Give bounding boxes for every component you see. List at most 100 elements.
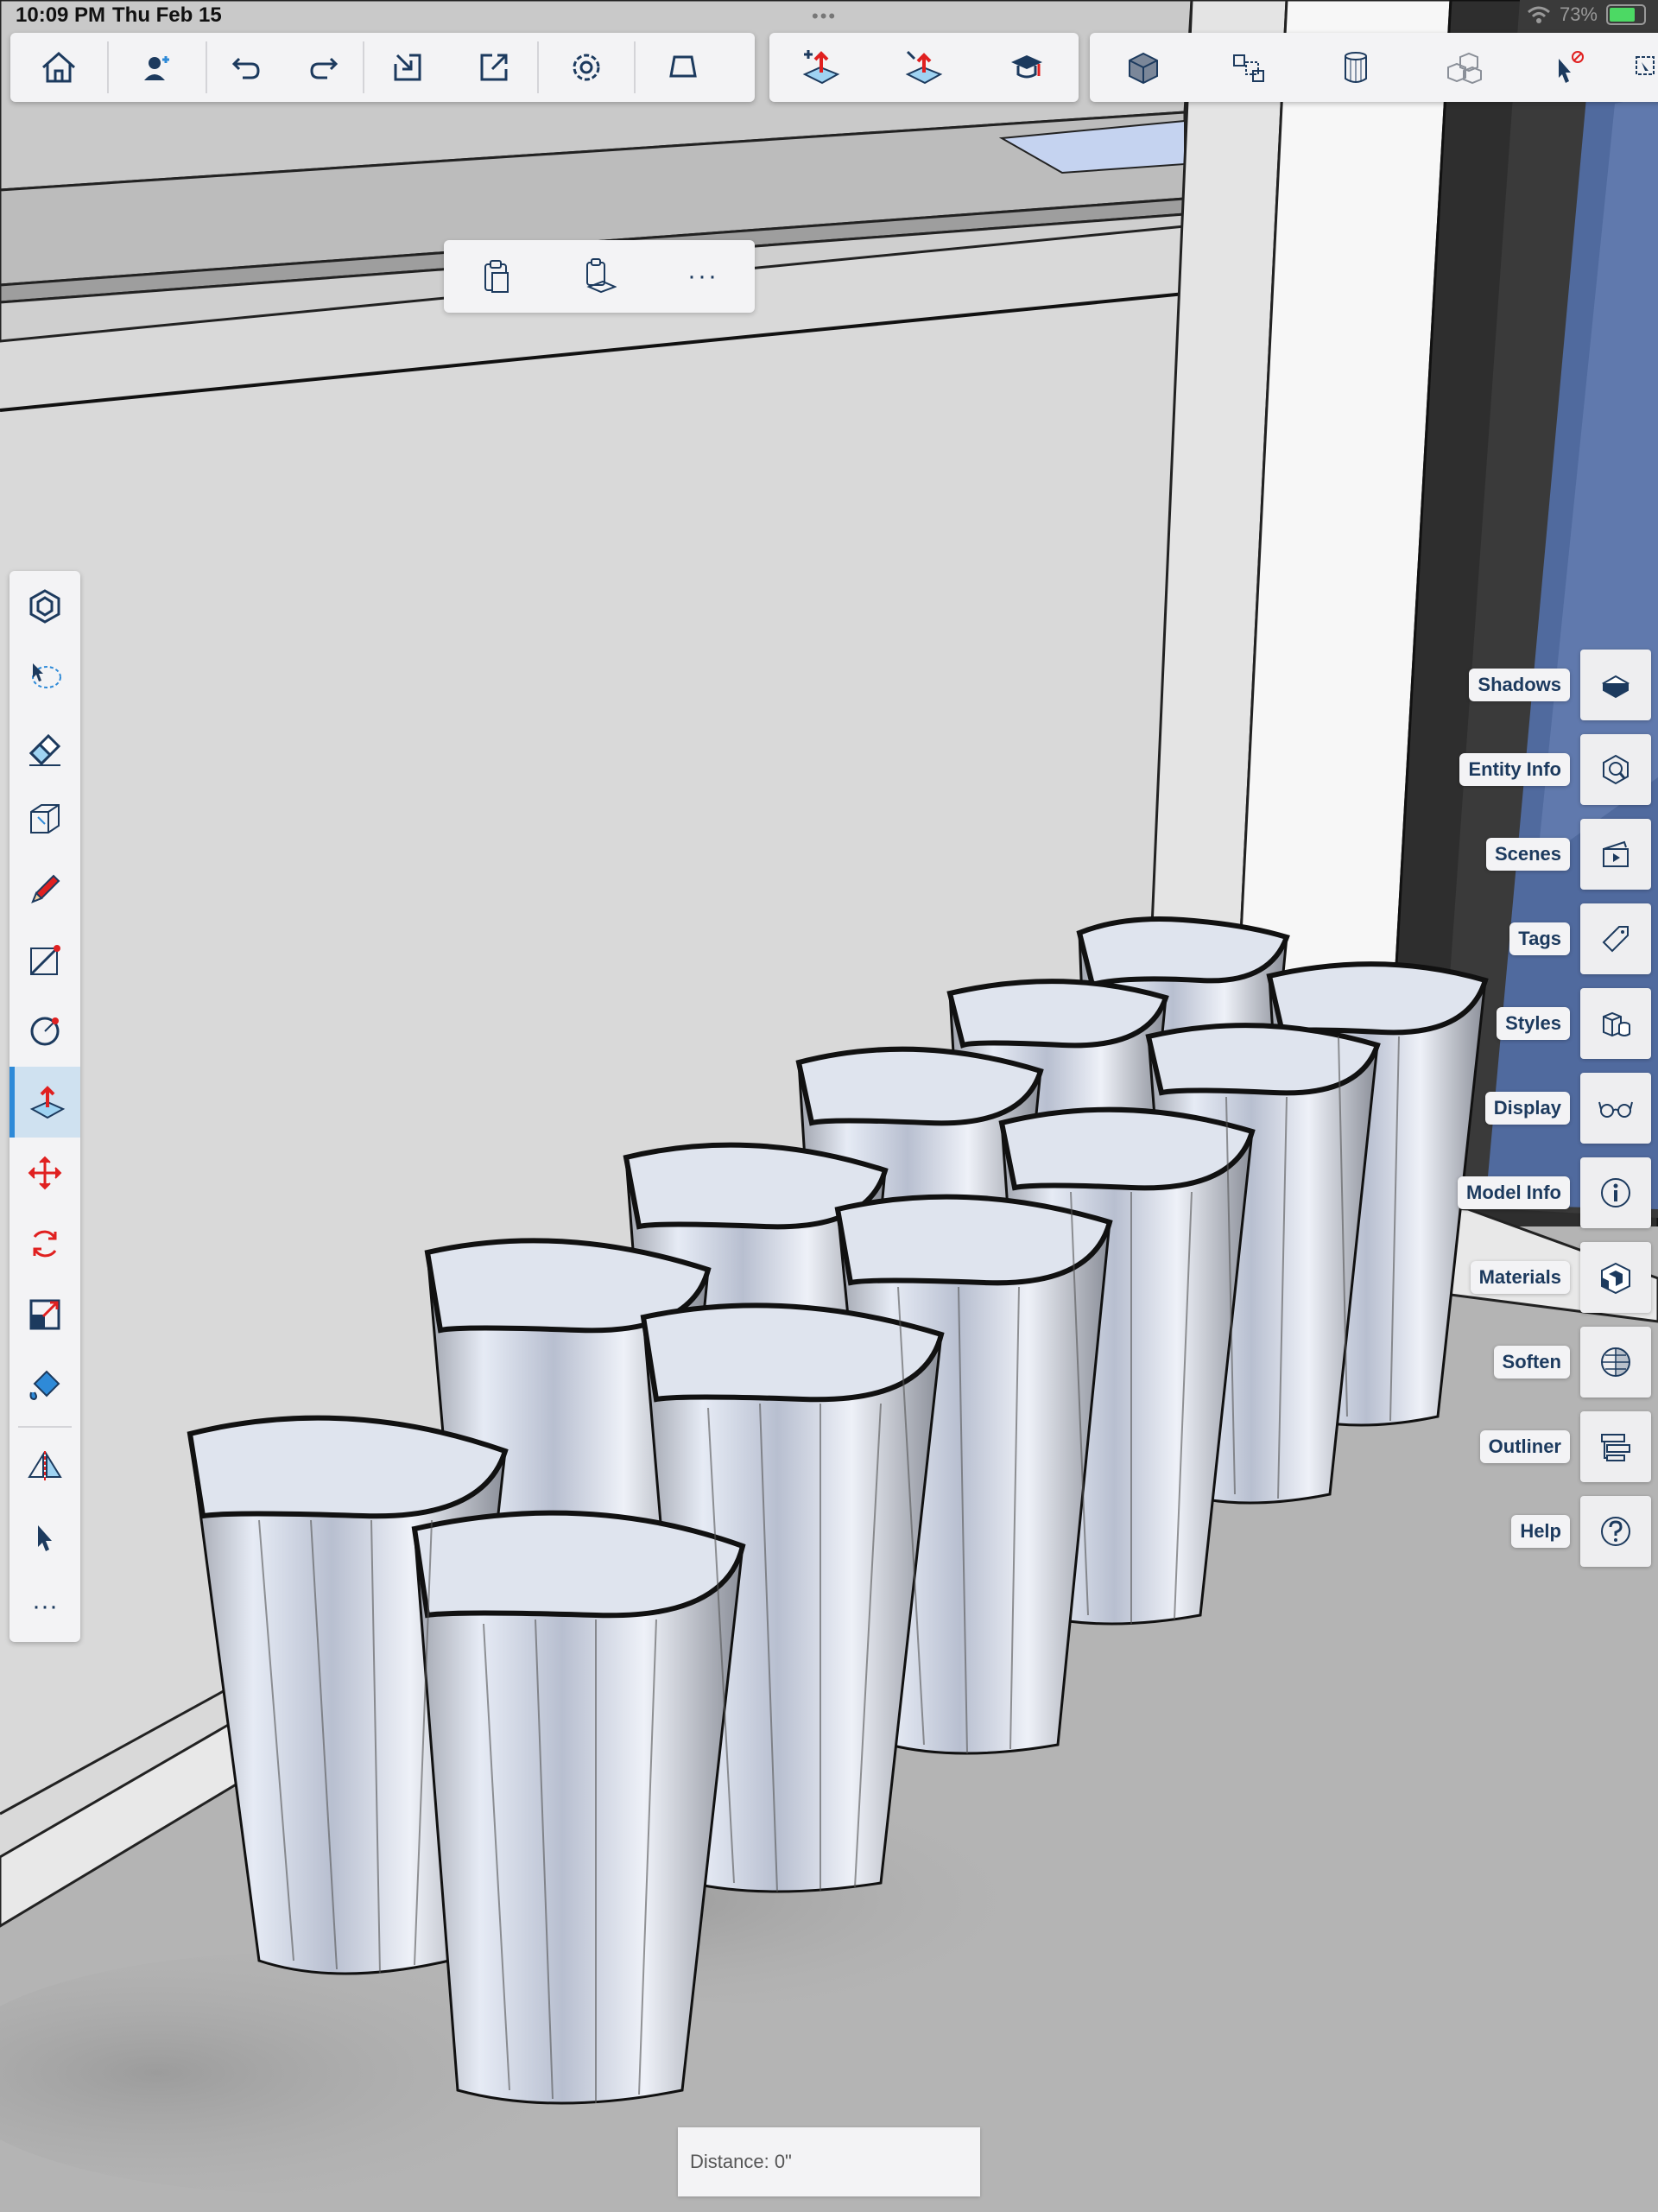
tool-line[interactable] <box>9 925 80 996</box>
panel-label-styles[interactable]: Styles <box>1497 1007 1570 1040</box>
model-viewport[interactable] <box>0 0 1658 2212</box>
panel-row-display: Display <box>1484 1073 1651 1144</box>
clipboard-place-icon <box>586 258 617 294</box>
solid-cube-icon <box>1128 52 1158 85</box>
materials-button[interactable] <box>1580 1242 1651 1313</box>
import-icon <box>394 54 421 81</box>
panel-label-model-info[interactable]: Model Info <box>1458 1176 1570 1209</box>
scenes-icon <box>1603 840 1629 867</box>
push-pull-add-button[interactable] <box>774 33 869 102</box>
wifi-icon <box>1527 6 1550 23</box>
rotate-icon <box>33 1230 57 1258</box>
tool-lasso[interactable] <box>9 642 80 713</box>
scenes-button[interactable] <box>1580 819 1651 890</box>
collaborate-button[interactable] <box>109 33 206 102</box>
section-plane-icon <box>28 1451 62 1482</box>
panel-row-help: Help <box>1511 1496 1651 1567</box>
help-icon <box>1601 1517 1630 1546</box>
select-disabled-button[interactable] <box>1522 33 1617 102</box>
panel-row-tags: Tags <box>1509 903 1651 974</box>
scale-icon <box>29 1299 60 1330</box>
tool-move[interactable] <box>9 1138 80 1208</box>
status-date: Thu Feb 15 <box>112 3 222 27</box>
tools-toolbar <box>769 33 1079 102</box>
export-button[interactable] <box>451 33 537 102</box>
panel-label-display[interactable]: Display <box>1484 1092 1570 1125</box>
boxes-view-button[interactable] <box>1415 33 1510 102</box>
multitask-indicator[interactable]: ••• <box>812 5 837 28</box>
tag-icon <box>1602 926 1629 953</box>
cylinder-icon <box>1345 52 1368 83</box>
battery-icon <box>1606 4 1646 25</box>
tool-eraser[interactable] <box>9 713 80 783</box>
more-views-button[interactable] <box>1628 33 1658 102</box>
tool-scale[interactable] <box>9 1279 80 1350</box>
battery-percent: 73% <box>1559 3 1598 25</box>
panel-row-outliner: Outliner <box>1479 1411 1651 1482</box>
push-pull-remove-icon <box>905 50 943 85</box>
export-icon <box>480 54 508 81</box>
shadows-button[interactable] <box>1580 650 1651 720</box>
outliner-button[interactable] <box>1580 1411 1651 1482</box>
display-button[interactable] <box>1580 1073 1651 1144</box>
undo-button[interactable] <box>207 33 285 102</box>
panel-label-materials[interactable]: Materials <box>1470 1261 1570 1294</box>
gear-icon <box>573 54 600 81</box>
line-icon <box>29 945 60 976</box>
panel-label-outliner[interactable]: Outliner <box>1479 1430 1570 1463</box>
tape-measure-icon <box>30 804 60 833</box>
tool-push-pull[interactable] <box>9 1067 80 1138</box>
components-icon <box>1232 54 1264 82</box>
circle-icon <box>30 1017 60 1046</box>
home-button[interactable] <box>10 33 107 102</box>
graduation-cap-icon <box>1011 55 1043 79</box>
redo-button[interactable] <box>285 33 363 102</box>
tool-orbit[interactable] <box>9 571 80 642</box>
panel-label-scenes[interactable]: Scenes <box>1485 838 1570 871</box>
paint-bucket-icon <box>29 1370 60 1401</box>
components-button[interactable] <box>1202 33 1297 102</box>
outliner-icon <box>1601 1434 1630 1461</box>
lasso-icon <box>32 663 61 688</box>
entity-info-icon <box>1603 754 1629 785</box>
glasses-icon <box>1598 1101 1633 1118</box>
tool-section-plane[interactable] <box>9 1431 80 1502</box>
paste-button[interactable] <box>457 240 535 313</box>
panel-label-soften[interactable]: Soften <box>1493 1346 1570 1379</box>
cylinder-view-button[interactable] <box>1308 33 1403 102</box>
context-more-button[interactable]: ··· <box>664 240 742 313</box>
solid-view-button[interactable] <box>1096 33 1191 102</box>
push-pull-icon <box>29 1086 66 1119</box>
cursor-disabled-icon <box>1558 51 1584 83</box>
move-icon <box>28 1156 62 1190</box>
tool-tape-measure[interactable] <box>9 783 80 854</box>
cursor-icon <box>38 1525 52 1551</box>
tool-rotate[interactable] <box>9 1208 80 1279</box>
redo-icon <box>310 57 339 79</box>
help-button[interactable] <box>1580 1496 1651 1567</box>
entity-info-button[interactable] <box>1580 734 1651 805</box>
model-info-button[interactable] <box>1580 1157 1651 1228</box>
push-pull-remove-button[interactable] <box>876 33 971 102</box>
panel-label-entity-info[interactable]: Entity Info <box>1459 753 1570 786</box>
import-button[interactable] <box>364 33 451 102</box>
panel-label-tags[interactable]: Tags <box>1509 922 1570 955</box>
measurement-box[interactable]: Distance: 0" <box>678 2127 980 2196</box>
eraser-icon <box>28 733 61 766</box>
styles-button[interactable] <box>1580 988 1651 1059</box>
view-mode-button[interactable] <box>636 33 731 102</box>
tags-button[interactable] <box>1580 903 1651 974</box>
tool-paint-bucket[interactable] <box>9 1350 80 1421</box>
panel-label-shadows[interactable]: Shadows <box>1469 669 1570 701</box>
soften-button[interactable] <box>1580 1327 1651 1398</box>
tool-more-button[interactable]: ··· <box>9 1571 80 1642</box>
panel-row-model-info: Model Info <box>1458 1157 1651 1228</box>
instructor-button[interactable] <box>979 33 1074 102</box>
tool-circle[interactable] <box>9 996 80 1067</box>
tool-pencil[interactable] <box>9 854 80 925</box>
panel-label-help[interactable]: Help <box>1511 1515 1570 1548</box>
settings-button[interactable] <box>539 33 634 102</box>
home-icon <box>42 51 75 83</box>
paste-in-place-button[interactable] <box>560 240 638 313</box>
tool-select[interactable] <box>9 1502 80 1573</box>
